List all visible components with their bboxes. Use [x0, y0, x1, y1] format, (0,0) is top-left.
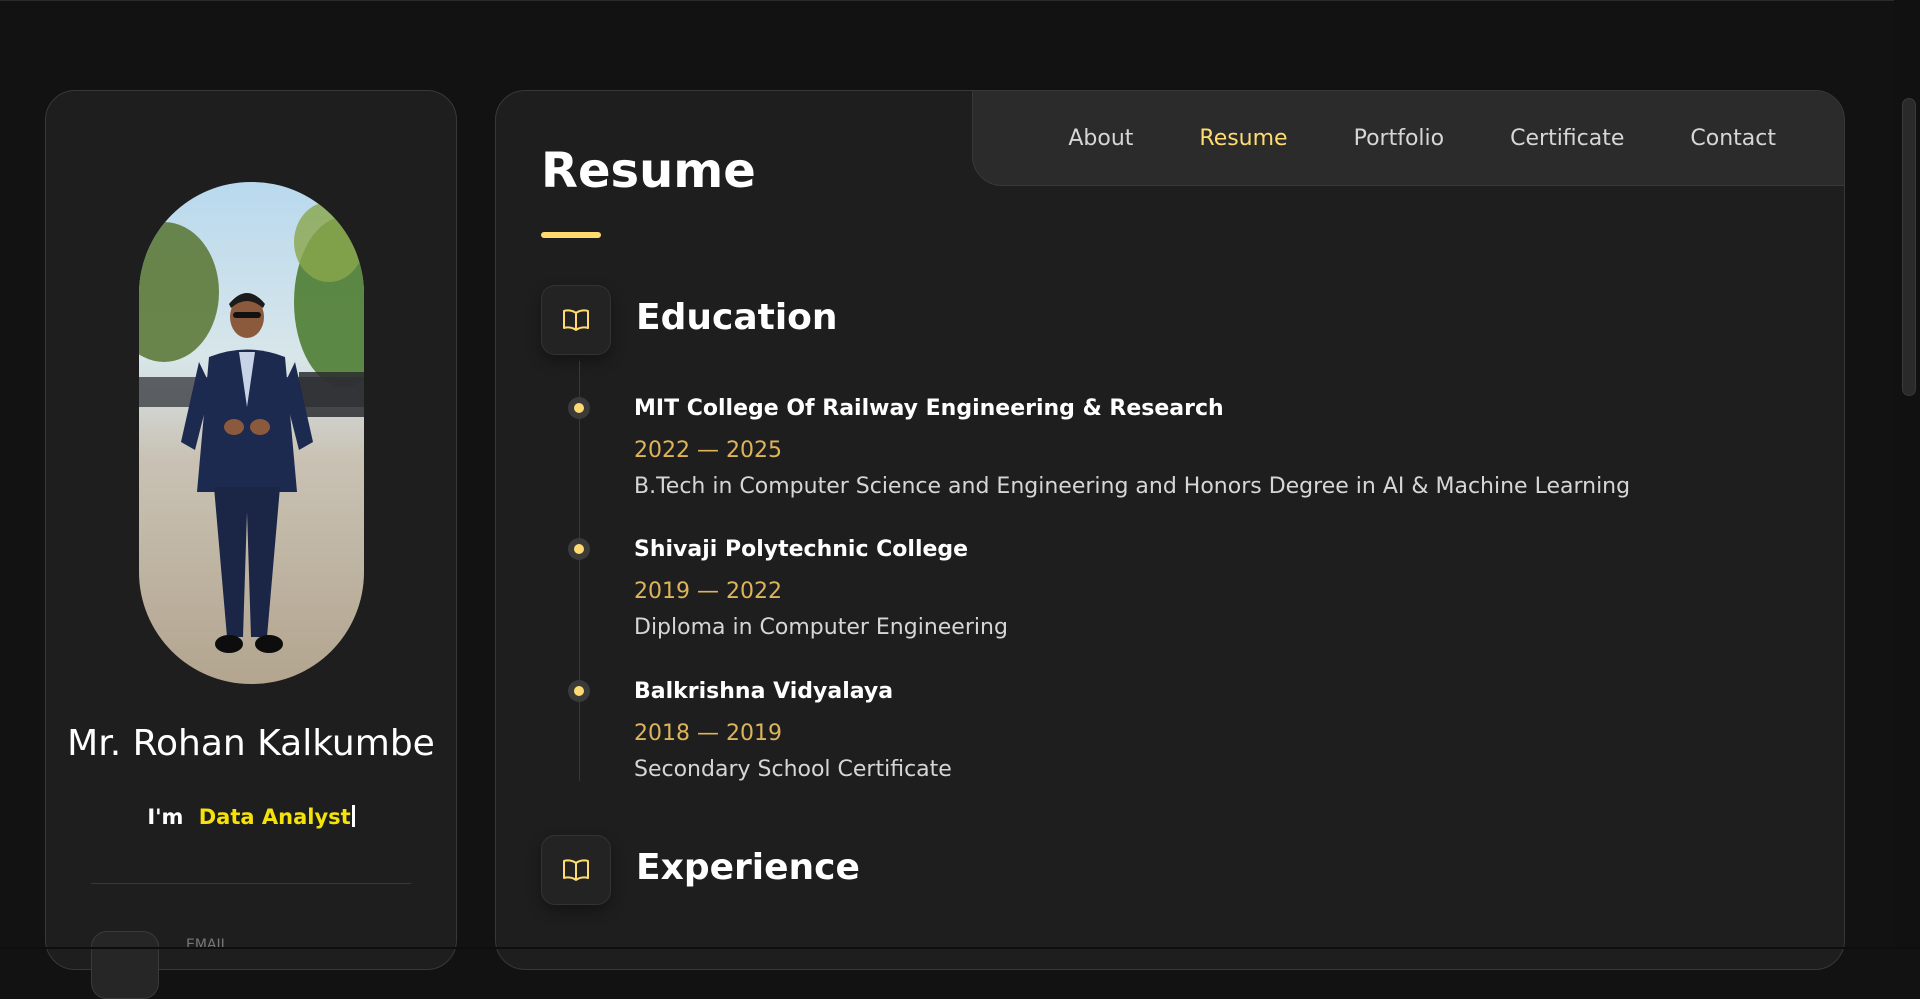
timeline-dot	[568, 538, 590, 560]
tagline-role: Data Analyst	[198, 805, 351, 829]
nav-resume[interactable]: Resume	[1199, 126, 1287, 151]
education-institution: MIT College Of Railway Engineering & Res…	[634, 396, 1224, 421]
profile-name: Mr. Rohan Kalkumbe	[67, 723, 435, 764]
education-description: Secondary School Certificate	[634, 757, 952, 782]
experience-heading: Experience	[636, 847, 860, 888]
education-institution: Balkrishna Vidyalaya	[634, 679, 894, 704]
education-description: B.Tech in Computer Science and Engineeri…	[634, 474, 1631, 499]
scrollbar-thumb[interactable]	[1902, 98, 1916, 396]
education-dates: 2022 — 2025	[634, 438, 782, 463]
timeline-dot	[568, 680, 590, 702]
nav-certificate[interactable]: Certificate	[1510, 126, 1624, 151]
tagline-prefix: I'm	[147, 805, 184, 829]
education-dates: 2018 — 2019	[634, 721, 782, 746]
sidebar-separator	[91, 883, 411, 884]
contact-label: EMAIL	[186, 937, 229, 953]
main-navbar: About Resume Portfolio Certificate Conta…	[972, 91, 1844, 186]
resume-panel: About Resume Portfolio Certificate Conta…	[495, 90, 1845, 970]
education-timeline-line	[579, 361, 580, 781]
timeline-dot	[568, 397, 590, 419]
page-scrollbar[interactable]	[1894, 0, 1920, 949]
profile-sidebar: Mr. Rohan Kalkumbe I'm Data Analyst EMAI…	[45, 90, 457, 999]
book-icon	[541, 285, 611, 355]
nav-portfolio[interactable]: Portfolio	[1354, 126, 1445, 151]
page-title: Resume	[541, 143, 756, 199]
book-icon	[541, 835, 611, 905]
profile-tagline: I'm Data Analyst	[46, 805, 456, 829]
profile-photo	[139, 182, 364, 684]
typing-cursor	[351, 805, 355, 827]
nav-about[interactable]: About	[1068, 126, 1133, 151]
nav-contact[interactable]: Contact	[1690, 126, 1776, 151]
mail-icon	[91, 931, 159, 999]
education-description: Diploma in Computer Engineering	[634, 615, 1008, 640]
title-underline	[541, 232, 601, 238]
avatar	[139, 182, 364, 684]
education-dates: 2019 — 2022	[634, 579, 782, 604]
education-heading: Education	[636, 297, 838, 338]
window-top-border	[0, 0, 1920, 1]
education-institution: Shivaji Polytechnic College	[634, 537, 969, 562]
